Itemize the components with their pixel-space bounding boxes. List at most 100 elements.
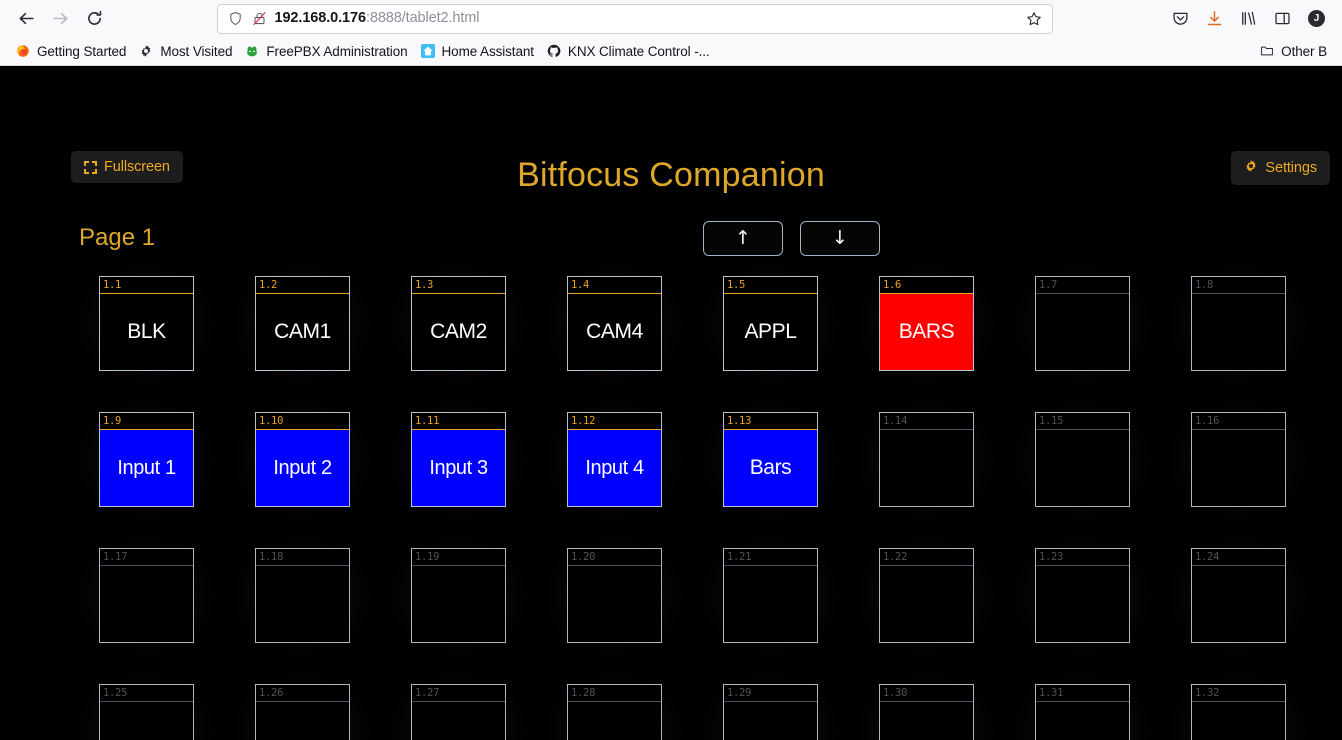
grid-button-1.25[interactable]: 1.25 xyxy=(99,684,194,740)
url-text[interactable]: 192.168.0.176:8888/tablet2.html xyxy=(275,11,1017,26)
page-down-button[interactable]: ↓ xyxy=(800,221,880,256)
grid-button-body xyxy=(724,702,817,740)
grid-button-1.28[interactable]: 1.28 xyxy=(567,684,662,740)
grid-button-header: 1.23 xyxy=(1036,549,1129,566)
grid-button-header: 1.5 xyxy=(724,277,817,294)
grid-button-header: 1.3 xyxy=(412,277,505,294)
grid-button-id: 1.32 xyxy=(1195,686,1220,699)
grid-cell: 1.5 APPL xyxy=(693,256,848,391)
grid-button-header: 1.15 xyxy=(1036,413,1129,430)
grid-button-1.27[interactable]: 1.27 xyxy=(411,684,506,740)
bookmark-label: Home Assistant xyxy=(441,43,534,59)
grid-cell: 1.15 xyxy=(1005,392,1160,527)
bookmark-home-assistant[interactable]: Home Assistant xyxy=(415,40,541,62)
forward-button[interactable] xyxy=(44,4,76,34)
grid-button-1.14[interactable]: 1.14 xyxy=(879,412,974,507)
grid-button-1.7[interactable]: 1.7 xyxy=(1035,276,1130,371)
grid-button-1.29[interactable]: 1.29 xyxy=(723,684,818,740)
grid-button-1.31[interactable]: 1.31 xyxy=(1035,684,1130,740)
library-icon[interactable] xyxy=(1233,4,1264,34)
insecure-connection-icon[interactable] xyxy=(251,10,268,27)
browser-navigation-toolbar: 192.168.0.176:8888/tablet2.html J xyxy=(0,0,1342,37)
grid-button-header: 1.21 xyxy=(724,549,817,566)
grid-button-1.9[interactable]: 1.9 Input 1 xyxy=(99,412,194,507)
grid-button-id: 1.24 xyxy=(1195,550,1220,563)
grid-button-1.15[interactable]: 1.15 xyxy=(1035,412,1130,507)
grid-button-1.20[interactable]: 1.20 xyxy=(567,548,662,643)
grid-button-header: 1.7 xyxy=(1036,277,1129,294)
account-avatar-icon[interactable]: J xyxy=(1301,4,1332,34)
bookmark-getting-started[interactable]: Getting Started xyxy=(10,40,133,62)
grid-button-1.1[interactable]: 1.1 BLK xyxy=(99,276,194,371)
grid-button-body: BLK xyxy=(100,294,193,370)
grid-cell: 1.13 Bars xyxy=(693,392,848,527)
grid-button-body xyxy=(568,702,661,740)
grid-button-body xyxy=(256,702,349,740)
grid-button-1.22[interactable]: 1.22 xyxy=(879,548,974,643)
grid-button-header: 1.25 xyxy=(100,685,193,702)
other-bookmarks-folder[interactable]: Other B xyxy=(1254,40,1334,62)
grid-button-id: 1.25 xyxy=(103,686,128,699)
grid-button-1.24[interactable]: 1.24 xyxy=(1191,548,1286,643)
grid-cell: 1.11 Input 3 xyxy=(381,392,536,527)
grid-cell: 1.26 xyxy=(225,664,380,740)
grid-button-1.21[interactable]: 1.21 xyxy=(723,548,818,643)
grid-button-body xyxy=(880,430,973,506)
grid-cell: 1.1 BLK xyxy=(69,256,224,391)
grid-button-1.30[interactable]: 1.30 xyxy=(879,684,974,740)
grid-button-id: 1.15 xyxy=(1039,414,1064,427)
bookmark-label: Getting Started xyxy=(37,43,127,59)
grid-cell: 1.23 xyxy=(1005,528,1160,663)
grid-button-1.23[interactable]: 1.23 xyxy=(1035,548,1130,643)
grid-button-body: Input 4 xyxy=(568,430,661,506)
grid-button-body xyxy=(412,566,505,642)
grid-button-1.26[interactable]: 1.26 xyxy=(255,684,350,740)
bookmark-label: KNX Climate Control -... xyxy=(567,43,710,59)
grid-button-body xyxy=(256,566,349,642)
reload-button[interactable] xyxy=(78,4,110,34)
grid-cell: 1.18 xyxy=(225,528,380,663)
grid-cell: 1.27 xyxy=(381,664,536,740)
grid-button-id: 1.2 xyxy=(259,278,278,291)
downloads-icon[interactable] xyxy=(1199,4,1230,34)
bookmark-knx-climate-control[interactable]: KNX Climate Control -... xyxy=(541,40,717,62)
grid-button-id: 1.9 xyxy=(103,414,122,427)
back-button[interactable] xyxy=(10,4,42,34)
grid-button-1.19[interactable]: 1.19 xyxy=(411,548,506,643)
grid-button-1.5[interactable]: 1.5 APPL xyxy=(723,276,818,371)
grid-button-body: Input 1 xyxy=(100,430,193,506)
grid-button-1.6[interactable]: 1.6 BARS xyxy=(879,276,974,371)
grid-button-1.32[interactable]: 1.32 xyxy=(1191,684,1286,740)
grid-button-1.18[interactable]: 1.18 xyxy=(255,548,350,643)
grid-button-1.10[interactable]: 1.10 Input 2 xyxy=(255,412,350,507)
grid-button-header: 1.32 xyxy=(1192,685,1285,702)
grid-cell: 1.22 xyxy=(849,528,1004,663)
grid-button-1.8[interactable]: 1.8 xyxy=(1191,276,1286,371)
tracking-protection-shield-icon[interactable] xyxy=(227,10,244,27)
grid-cell: 1.10 Input 2 xyxy=(225,392,380,527)
grid-button-body: CAM1 xyxy=(256,294,349,370)
grid-button-1.4[interactable]: 1.4 CAM4 xyxy=(567,276,662,371)
grid-button-1.17[interactable]: 1.17 xyxy=(99,548,194,643)
bookmark-freepbx-administration[interactable]: FreePBX Administration xyxy=(239,40,414,62)
grid-button-1.16[interactable]: 1.16 xyxy=(1191,412,1286,507)
grid-button-1.3[interactable]: 1.3 CAM2 xyxy=(411,276,506,371)
sidebar-icon[interactable] xyxy=(1267,4,1298,34)
grid-button-body xyxy=(412,702,505,740)
grid-button-1.2[interactable]: 1.2 CAM1 xyxy=(255,276,350,371)
grid-button-1.11[interactable]: 1.11 Input 3 xyxy=(411,412,506,507)
page-up-button[interactable]: ↑ xyxy=(703,221,783,256)
grid-button-body: CAM4 xyxy=(568,294,661,370)
star-icon[interactable] xyxy=(1024,9,1044,29)
grid-button-1.13[interactable]: 1.13 Bars xyxy=(723,412,818,507)
other-bookmarks-label: Other B xyxy=(1281,43,1327,59)
url-bar[interactable]: 192.168.0.176:8888/tablet2.html xyxy=(216,3,1053,34)
grid-cell: 1.8 xyxy=(1161,256,1316,391)
grid-button-id: 1.31 xyxy=(1039,686,1064,699)
grid-button-id: 1.16 xyxy=(1195,414,1220,427)
url-path: :8888/tablet2.html xyxy=(365,11,480,26)
grid-button-1.12[interactable]: 1.12 Input 4 xyxy=(567,412,662,507)
bookmark-most-visited[interactable]: Most Visited xyxy=(133,40,239,62)
pocket-icon[interactable] xyxy=(1165,4,1196,34)
companion-tablet-page: Fullscreen Settings Bitfocus Companion P… xyxy=(0,66,1342,740)
